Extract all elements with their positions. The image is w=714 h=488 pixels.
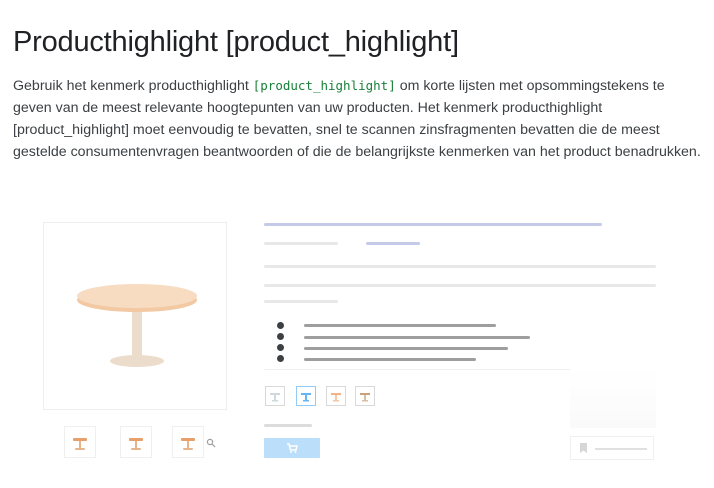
table-thumbnail-icon — [73, 438, 87, 450]
variant-option[interactable] — [355, 386, 375, 406]
rating-placeholder — [366, 242, 420, 245]
magnifier-icon[interactable] — [206, 438, 216, 448]
meta-placeholder — [264, 242, 338, 245]
price-placeholder — [264, 424, 312, 427]
highlight-item-placeholder — [304, 336, 530, 339]
intro-paragraph: Gebruik het kenmerk producthighlight [pr… — [13, 75, 703, 163]
table-thumbnail-icon — [181, 438, 195, 450]
intro-text-start: Gebruik het kenmerk producthighlight — [13, 78, 253, 94]
highlight-item-placeholder — [304, 358, 476, 361]
highlight-item-placeholder — [304, 324, 496, 327]
product-title-placeholder — [264, 223, 602, 226]
bookmark-icon — [580, 443, 587, 453]
variant-option[interactable] — [265, 386, 285, 406]
side-panel-placeholder — [570, 368, 656, 428]
table-variant-icon — [301, 393, 311, 402]
highlight-item-placeholder — [304, 347, 508, 350]
variant-option-selected[interactable] — [296, 386, 316, 406]
save-to-list-button[interactable] — [570, 436, 654, 460]
thumbnail[interactable] — [120, 426, 152, 458]
product-image-card — [43, 222, 227, 410]
round-table-icon — [77, 284, 197, 367]
table-variant-icon — [270, 393, 280, 402]
text-placeholder — [264, 300, 338, 303]
attribute-code: [product_highlight] — [252, 78, 396, 93]
bullet-icon — [277, 344, 284, 351]
thumbnail[interactable] — [64, 426, 96, 458]
thumbnail[interactable] — [172, 426, 204, 458]
table-variant-icon — [360, 393, 370, 402]
variant-option[interactable] — [326, 386, 346, 406]
text-placeholder — [264, 265, 656, 268]
shopping-cart-icon — [287, 443, 298, 453]
page-title: Producthighlight [product_highlight] — [13, 26, 459, 58]
save-label-placeholder — [595, 448, 647, 450]
bullet-icon — [277, 322, 284, 329]
add-to-cart-button[interactable] — [264, 438, 320, 458]
table-variant-icon — [331, 393, 341, 402]
bullet-icon — [277, 355, 284, 362]
table-thumbnail-icon — [129, 438, 143, 450]
text-placeholder — [264, 284, 656, 287]
bullet-icon — [277, 333, 284, 340]
